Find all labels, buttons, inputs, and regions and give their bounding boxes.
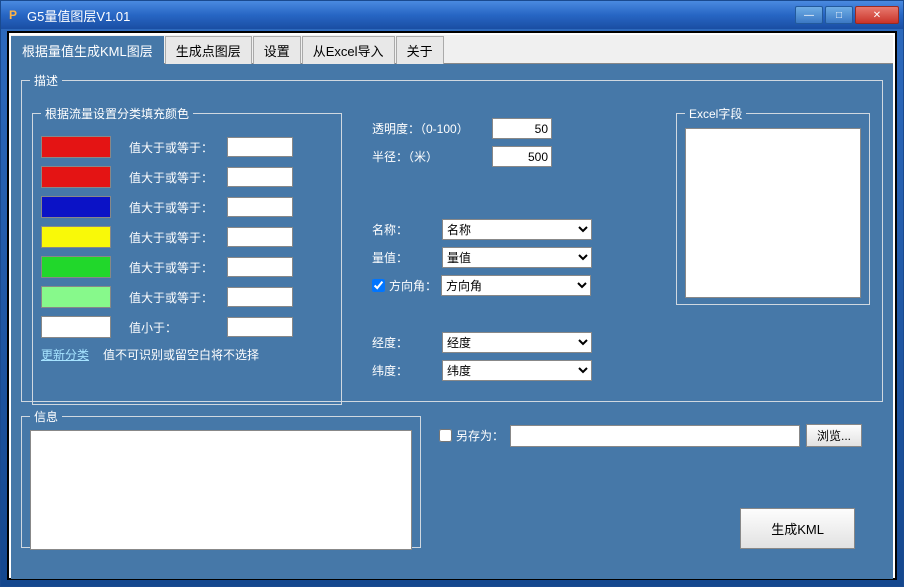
color-row-4: 值大于或等于： (41, 256, 333, 278)
close-button[interactable]: ✕ (855, 6, 899, 24)
opacity-input[interactable] (492, 118, 552, 139)
window-buttons: — □ ✕ (795, 6, 899, 24)
colors-fieldset: 根据流量设置分类填充颜色 值大于或等于： 值大于或等于： 值大于或等于： 值大于或等于… (32, 105, 342, 405)
color-swatch-1[interactable] (41, 166, 111, 188)
tab-import-excel[interactable]: 从Excel导入 (302, 36, 395, 64)
color-label-6: 值小于： (129, 319, 227, 336)
color-label-2: 值大于或等于： (129, 199, 227, 216)
save-as-checkbox[interactable] (439, 429, 452, 442)
value-label: 量值： (372, 249, 442, 266)
window-title: G5量值图层V1.01 (27, 6, 795, 25)
value-select[interactable]: 量值 (442, 247, 592, 268)
color-threshold-input-1[interactable] (227, 167, 293, 187)
tab-about[interactable]: 关于 (396, 36, 444, 64)
color-threshold-input-6[interactable] (227, 317, 293, 337)
save-row: 另存为： 浏览... (439, 424, 862, 447)
color-label-1: 值大于或等于： (129, 169, 227, 186)
direction-checkbox[interactable] (372, 279, 385, 292)
color-row-5: 值大于或等于： (41, 286, 333, 308)
opacity-label: 透明度：（0-100） (372, 120, 492, 137)
description-fieldset: 描述 根据流量设置分类填充颜色 值大于或等于： 值大于或等于： 值大于或等于： 值大于… (21, 72, 883, 402)
tab-settings[interactable]: 设置 (253, 36, 301, 64)
info-fieldset: 信息 (21, 408, 421, 548)
color-row-0: 值大于或等于： (41, 136, 333, 158)
info-textarea[interactable] (30, 430, 412, 550)
app-window: P G5量值图层V1.01 — □ ✕ 根据量值生成KML图层 生成点图层 设置… (0, 0, 904, 587)
color-row-6: 值小于： (41, 316, 333, 338)
color-swatch-2[interactable] (41, 196, 111, 218)
inner-frame: 根据量值生成KML图层 生成点图层 设置 从Excel导入 关于 描述 根据流量… (9, 33, 895, 578)
excel-legend: Excel字段 (685, 105, 746, 122)
params-area: 透明度：（0-100） 半径：（米） 名称： 名称 (372, 111, 672, 388)
color-threshold-input-5[interactable] (227, 287, 293, 307)
color-label-4: 值大于或等于： (129, 259, 227, 276)
color-label-0: 值大于或等于： (129, 139, 227, 156)
color-footer: 更新分类 值不可识别或留空白将不选择 (41, 346, 333, 363)
lon-label: 经度： (372, 334, 442, 351)
colors-legend: 根据流量设置分类填充颜色 (41, 105, 193, 122)
info-legend: 信息 (30, 408, 62, 425)
lat-select[interactable]: 纬度 (442, 360, 592, 381)
save-as-label: 另存为： (456, 427, 504, 444)
excel-fields-listbox[interactable] (685, 128, 861, 298)
name-label: 名称： (372, 221, 442, 238)
direction-label: 方向角： (389, 277, 441, 294)
name-select[interactable]: 名称 (442, 219, 592, 240)
client-area: 根据量值生成KML图层 生成点图层 设置 从Excel导入 关于 描述 根据流量… (7, 31, 897, 580)
color-note: 值不可识别或留空白将不选择 (103, 346, 259, 363)
color-threshold-input-3[interactable] (227, 227, 293, 247)
tab-body: 描述 根据流量设置分类填充颜色 值大于或等于： 值大于或等于： 值大于或等于： 值大于… (11, 64, 893, 579)
tab-kml-by-value[interactable]: 根据量值生成KML图层 (11, 36, 164, 64)
excel-fieldset: Excel字段 (676, 105, 870, 305)
color-swatch-3[interactable] (41, 226, 111, 248)
lat-label: 纬度： (372, 362, 442, 379)
color-label-5: 值大于或等于： (129, 289, 227, 306)
color-swatch-5[interactable] (41, 286, 111, 308)
color-swatch-6[interactable] (41, 316, 111, 338)
lon-select[interactable]: 经度 (442, 332, 592, 353)
description-legend: 描述 (30, 72, 62, 89)
color-swatch-0[interactable] (41, 136, 111, 158)
color-label-3: 值大于或等于： (129, 229, 227, 246)
tab-point-layer[interactable]: 生成点图层 (165, 36, 252, 64)
browse-button[interactable]: 浏览... (806, 424, 862, 447)
direction-select[interactable]: 方向角 (441, 275, 591, 296)
tab-bar: 根据量值生成KML图层 生成点图层 设置 从Excel导入 关于 (11, 35, 893, 64)
color-threshold-input-0[interactable] (227, 137, 293, 157)
app-icon: P (5, 7, 21, 23)
minimize-button[interactable]: — (795, 6, 823, 24)
color-swatch-4[interactable] (41, 256, 111, 278)
update-classify-link[interactable]: 更新分类 (41, 346, 89, 363)
color-threshold-input-2[interactable] (227, 197, 293, 217)
color-row-3: 值大于或等于： (41, 226, 333, 248)
radius-label: 半径：（米） (372, 148, 492, 165)
maximize-button[interactable]: □ (825, 6, 853, 24)
color-threshold-input-4[interactable] (227, 257, 293, 277)
save-path-input[interactable] (510, 425, 800, 447)
color-row-2: 值大于或等于： (41, 196, 333, 218)
titlebar: P G5量值图层V1.01 — □ ✕ (1, 1, 903, 29)
generate-kml-button[interactable]: 生成KML (740, 508, 855, 549)
radius-input[interactable] (492, 146, 552, 167)
color-row-1: 值大于或等于： (41, 166, 333, 188)
